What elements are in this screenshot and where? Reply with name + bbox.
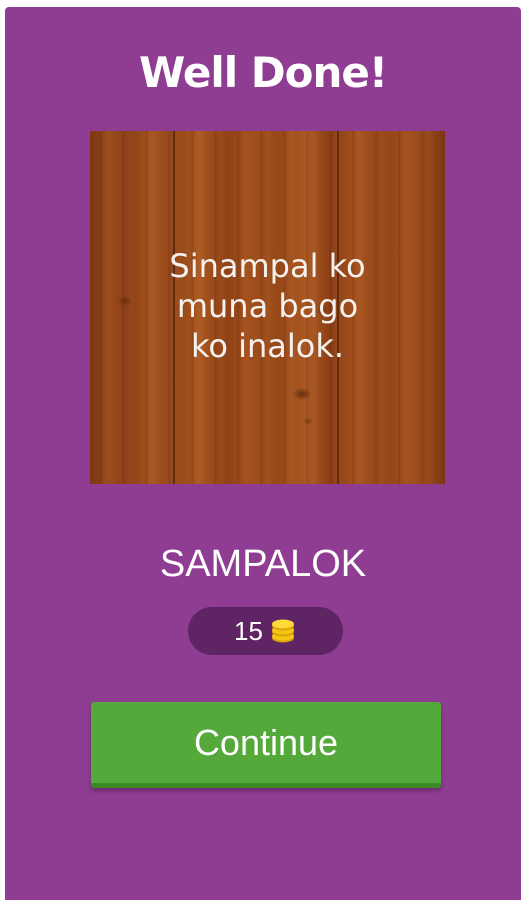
coins-icon: [269, 618, 297, 644]
answer-word: SAMPALOK: [159, 543, 367, 585]
result-panel: Well Done! Sinampal ko muna bago ko inal…: [5, 7, 521, 900]
riddle-text: Sinampal ko muna bago ko inalok.: [169, 247, 366, 365]
coin-reward-badge: 15: [188, 607, 343, 655]
coin-reward-amount: 15: [234, 616, 263, 646]
page-title: Well Done!: [139, 48, 388, 97]
continue-button[interactable]: Continue: [91, 702, 441, 788]
riddle-card: Sinampal ko muna bago ko inalok.: [90, 131, 445, 484]
